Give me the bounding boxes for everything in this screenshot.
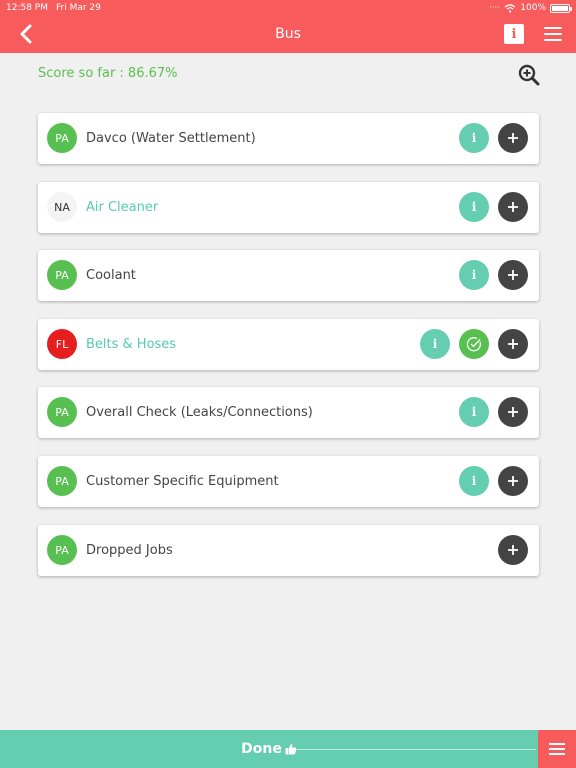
row-label: Customer Specific Equipment — [86, 474, 279, 489]
page-title: Bus — [275, 26, 301, 42]
status-date: Fri Mar 29 — [56, 3, 101, 13]
row-label: Air Cleaner — [86, 200, 159, 215]
done-button[interactable]: Done — [0, 730, 538, 768]
add-button[interactable] — [498, 466, 528, 496]
thumbs-up-icon — [285, 744, 297, 755]
info-button[interactable]: i — [504, 24, 524, 44]
add-button[interactable] — [498, 329, 528, 359]
info-icon: i — [471, 474, 477, 488]
checklist-row[interactable]: PA Dropped Jobs — [38, 525, 539, 576]
add-button[interactable] — [498, 260, 528, 290]
checklist-row[interactable]: PA Coolant i — [38, 250, 539, 301]
zoom-button[interactable] — [518, 64, 540, 86]
status-badge: NA — [47, 192, 77, 222]
info-icon: i — [471, 405, 477, 419]
plus-icon — [508, 270, 518, 280]
footer-menu-button[interactable] — [538, 730, 576, 768]
score-text: Score so far : 86.67% — [38, 66, 178, 81]
status-badge: PA — [47, 123, 77, 153]
plus-icon — [508, 476, 518, 486]
hamburger-menu-icon — [549, 743, 565, 745]
plus-icon — [508, 202, 518, 212]
wifi-icon — [504, 3, 516, 13]
plus-icon — [508, 133, 518, 143]
info-icon: i — [471, 200, 477, 214]
row-label: Coolant — [86, 268, 136, 283]
signal-dots-icon: ···· — [488, 3, 501, 13]
resolve-button[interactable] — [459, 329, 489, 359]
add-button[interactable] — [498, 535, 528, 565]
add-button[interactable] — [498, 192, 528, 222]
status-time: 12:58 PM — [6, 3, 48, 13]
status-badge: FL — [47, 329, 77, 359]
row-label: Dropped Jobs — [86, 543, 173, 558]
checklist-row[interactable]: PA Davco (Water Settlement) i — [38, 113, 539, 164]
plus-icon — [508, 339, 518, 349]
row-info-button[interactable]: i — [459, 397, 489, 427]
row-label: Davco (Water Settlement) — [86, 131, 256, 146]
checklist-row[interactable]: NA Air Cleaner i — [38, 182, 539, 233]
battery-icon — [550, 3, 572, 13]
checklist-row[interactable]: FL Belts & Hoses i — [38, 319, 539, 370]
status-badge: PA — [47, 535, 77, 565]
row-info-button[interactable]: i — [459, 466, 489, 496]
info-icon: i — [511, 26, 517, 42]
menu-button[interactable] — [544, 25, 562, 43]
row-info-button[interactable]: i — [459, 192, 489, 222]
zoom-in-icon — [518, 64, 540, 86]
footer-bar: Done — [0, 730, 576, 768]
row-label: Belts & Hoses — [86, 337, 177, 352]
info-icon: i — [471, 131, 477, 145]
add-button[interactable] — [498, 397, 528, 427]
checklist-row[interactable]: PA Overall Check (Leaks/Connections) i — [38, 387, 539, 438]
status-bar: 12:58 PM Fri Mar 29 ···· 100% — [0, 0, 576, 16]
status-badge: PA — [47, 466, 77, 496]
nav-bar: Bus i — [0, 16, 576, 53]
hamburger-menu-icon — [544, 27, 562, 29]
row-label: Overall Check (Leaks/Connections) — [86, 405, 313, 420]
add-button[interactable] — [498, 123, 528, 153]
row-info-button[interactable]: i — [420, 329, 450, 359]
row-info-button[interactable]: i — [459, 123, 489, 153]
checklist-row[interactable]: PA Customer Specific Equipment i — [38, 456, 539, 507]
done-label: Done — [241, 741, 282, 757]
status-badge: PA — [47, 260, 77, 290]
battery-percent: 100% — [520, 3, 546, 13]
plus-icon — [508, 545, 518, 555]
row-info-button[interactable]: i — [459, 260, 489, 290]
info-icon: i — [471, 268, 477, 282]
plus-icon — [508, 407, 518, 417]
status-badge: PA — [47, 397, 77, 427]
check-circle-icon — [466, 337, 482, 352]
info-icon: i — [432, 337, 438, 351]
